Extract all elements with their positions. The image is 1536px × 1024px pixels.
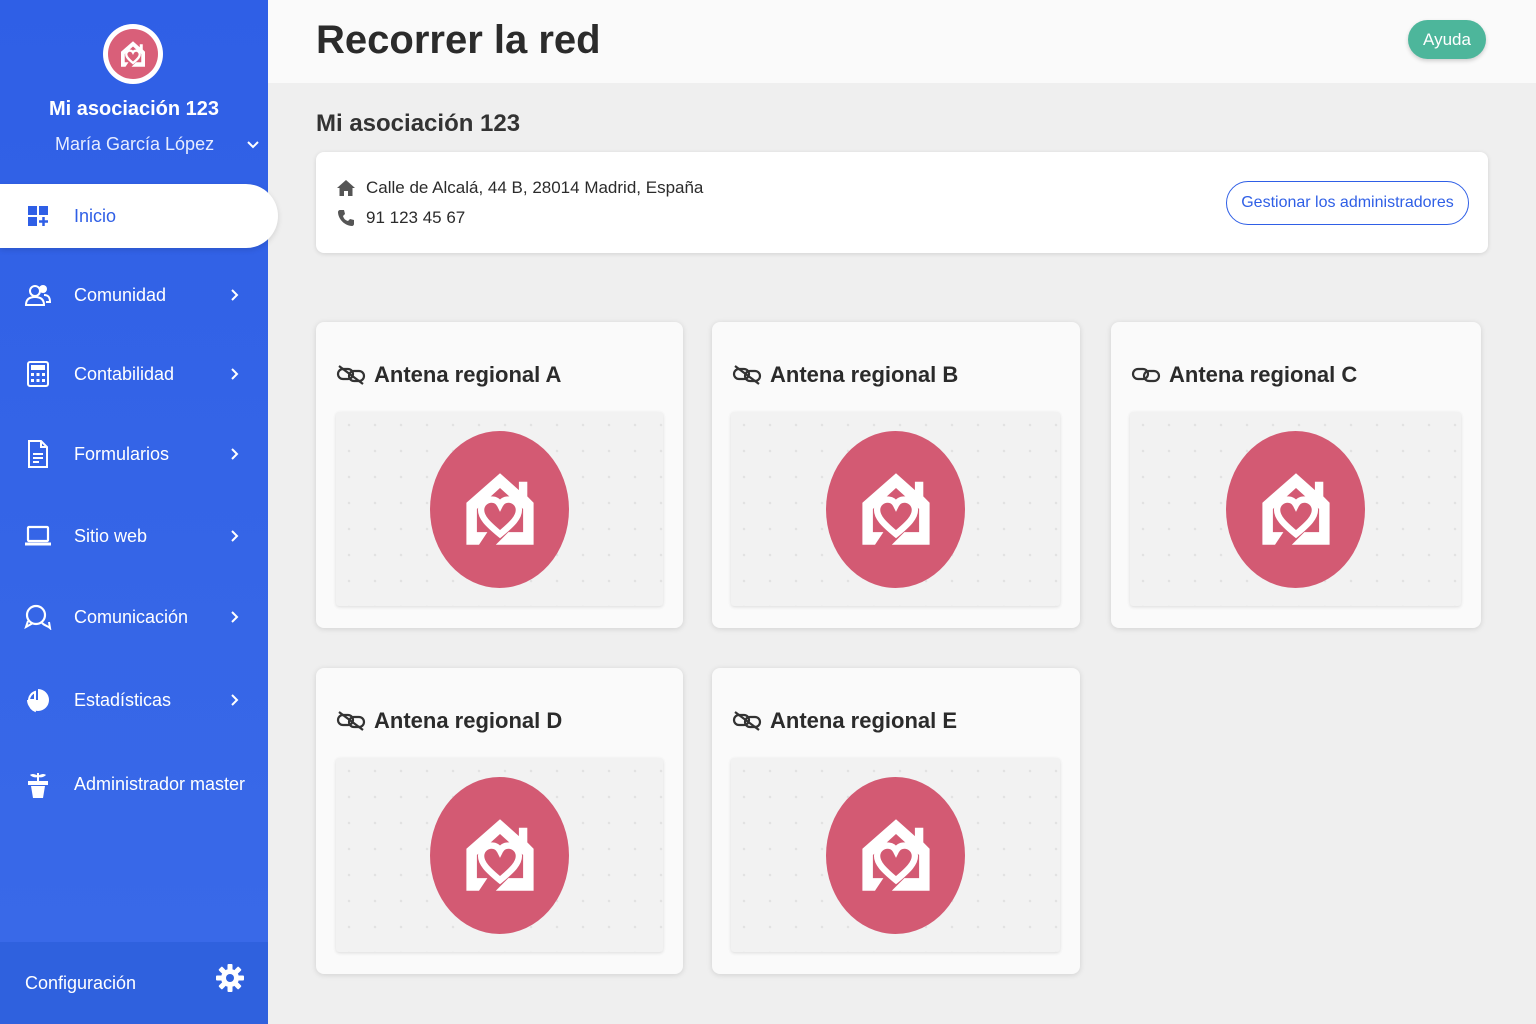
sidebar-item-label: Inicio — [74, 205, 117, 226]
settings-bar[interactable]: Configuración — [0, 942, 268, 1024]
phone-icon — [336, 208, 356, 228]
antenna-name: Antena regional C — [1169, 362, 1358, 387]
antenna-name: Antena regional D — [374, 708, 563, 733]
antenna-header: Antena regional A — [336, 362, 561, 388]
home-icon — [336, 178, 356, 198]
users-icon — [24, 281, 52, 309]
sidebar-item-label: Formularios — [74, 443, 170, 464]
antenna-card[interactable]: Antena regional A — [316, 322, 683, 628]
antenna-header: Antena regional B — [732, 362, 958, 388]
sidebar-item-label: Sitio web — [74, 525, 148, 546]
phone-line: 91 123 45 67 — [336, 208, 465, 228]
house-heart-logo — [430, 776, 569, 934]
settings-label: Configuración — [25, 972, 137, 993]
antenna-name: Antena regional E — [770, 708, 958, 733]
chevron-right-icon — [231, 368, 239, 380]
org-logo[interactable] — [103, 24, 163, 84]
address-line: Calle de Alcalá, 44 B, 28014 Madrid, Esp… — [336, 178, 703, 198]
page-title: Recorrer la red — [316, 18, 601, 62]
unlink-icon — [336, 362, 366, 388]
sidebar-item-administrador-master[interactable]: Administrador master — [0, 752, 268, 816]
house-heart-icon — [465, 819, 534, 891]
org-name: Mi asociación 123 — [48, 98, 220, 120]
antenna-card[interactable]: Antena regional D — [316, 668, 683, 974]
chevron-down-icon — [247, 140, 259, 148]
house-heart-icon — [1261, 473, 1330, 545]
house-heart-logo — [826, 430, 965, 588]
sidebar-item-sitio-web[interactable]: Sitio web — [0, 504, 268, 568]
house-heart-logo — [826, 776, 965, 934]
antenna-image — [731, 412, 1060, 606]
antenna-name: Antena regional B — [770, 362, 959, 387]
antenna-image — [731, 758, 1060, 952]
house-heart-icon — [121, 41, 145, 67]
sidebar: Mi asociación 123 María García López Ini… — [0, 0, 278, 1024]
pie-chart-icon — [24, 686, 52, 714]
antenna-header: Antena regional C — [1131, 362, 1357, 388]
manage-admins-button[interactable]: Gestionar los administradores — [1226, 181, 1469, 225]
sidebar-item-formularios[interactable]: Formularios — [0, 422, 268, 486]
sidebar-item-comunicacion[interactable]: Comunicación — [0, 585, 268, 649]
house-heart-icon — [465, 473, 534, 545]
address-text: Calle de Alcalá, 44 B, 28014 Madrid, Esp… — [366, 178, 704, 197]
house-heart-icon — [861, 473, 930, 545]
gear-icon[interactable] — [214, 962, 246, 994]
antenna-name: Antena regional A — [374, 362, 562, 387]
house-heart-icon — [861, 819, 930, 891]
sidebar-item-estadisticas[interactable]: Estadísticas — [0, 668, 268, 732]
sidebar-item-label: Comunicación — [74, 606, 189, 627]
unlink-icon — [732, 362, 762, 388]
unlink-icon — [732, 708, 762, 734]
document-icon — [24, 440, 52, 468]
antenna-card[interactable]: Antena regional E — [712, 668, 1080, 974]
unlink-icon — [336, 708, 366, 734]
antenna-image — [336, 412, 663, 606]
chevron-right-icon — [231, 289, 239, 301]
user-name: María García López — [55, 134, 215, 154]
chevron-right-icon — [231, 694, 239, 706]
house-heart-logo — [430, 430, 569, 588]
chevron-right-icon — [231, 530, 239, 542]
laptop-icon — [24, 522, 52, 550]
header: Recorrer la red Ayuda — [268, 0, 1536, 83]
phone-text: 91 123 45 67 — [366, 208, 466, 227]
sidebar-item-inicio[interactable]: Inicio — [0, 184, 278, 248]
antenna-image — [336, 758, 663, 952]
user-menu[interactable]: María García López — [55, 134, 260, 155]
section-title: Mi asociación 123 — [316, 110, 521, 137]
antenna-header: Antena regional D — [336, 708, 562, 734]
org-info-card: Calle de Alcalá, 44 B, 28014 Madrid, Esp… — [316, 152, 1488, 253]
sidebar-item-label: Administrador master — [74, 773, 246, 794]
antenna-card[interactable]: Antena regional C — [1111, 322, 1481, 628]
help-button[interactable]: Ayuda — [1408, 20, 1486, 59]
antenna-card[interactable]: Antena regional B — [712, 322, 1080, 628]
sidebar-item-contabilidad[interactable]: Contabilidad — [0, 342, 268, 406]
antenna-image — [1130, 412, 1461, 606]
chevron-right-icon — [231, 448, 239, 460]
chat-icon — [24, 603, 52, 631]
link-icon — [1131, 362, 1161, 388]
calculator-icon — [24, 360, 52, 388]
plant-icon — [24, 770, 52, 798]
chevron-right-icon — [231, 611, 239, 623]
dashboard-icon — [24, 202, 52, 230]
sidebar-item-label: Estadísticas — [74, 689, 172, 710]
sidebar-item-label: Comunidad — [74, 284, 167, 305]
sidebar-item-comunidad[interactable]: Comunidad — [0, 263, 268, 327]
antenna-header: Antena regional E — [732, 708, 957, 734]
house-heart-logo — [1226, 430, 1365, 588]
sidebar-item-label: Contabilidad — [74, 363, 175, 384]
